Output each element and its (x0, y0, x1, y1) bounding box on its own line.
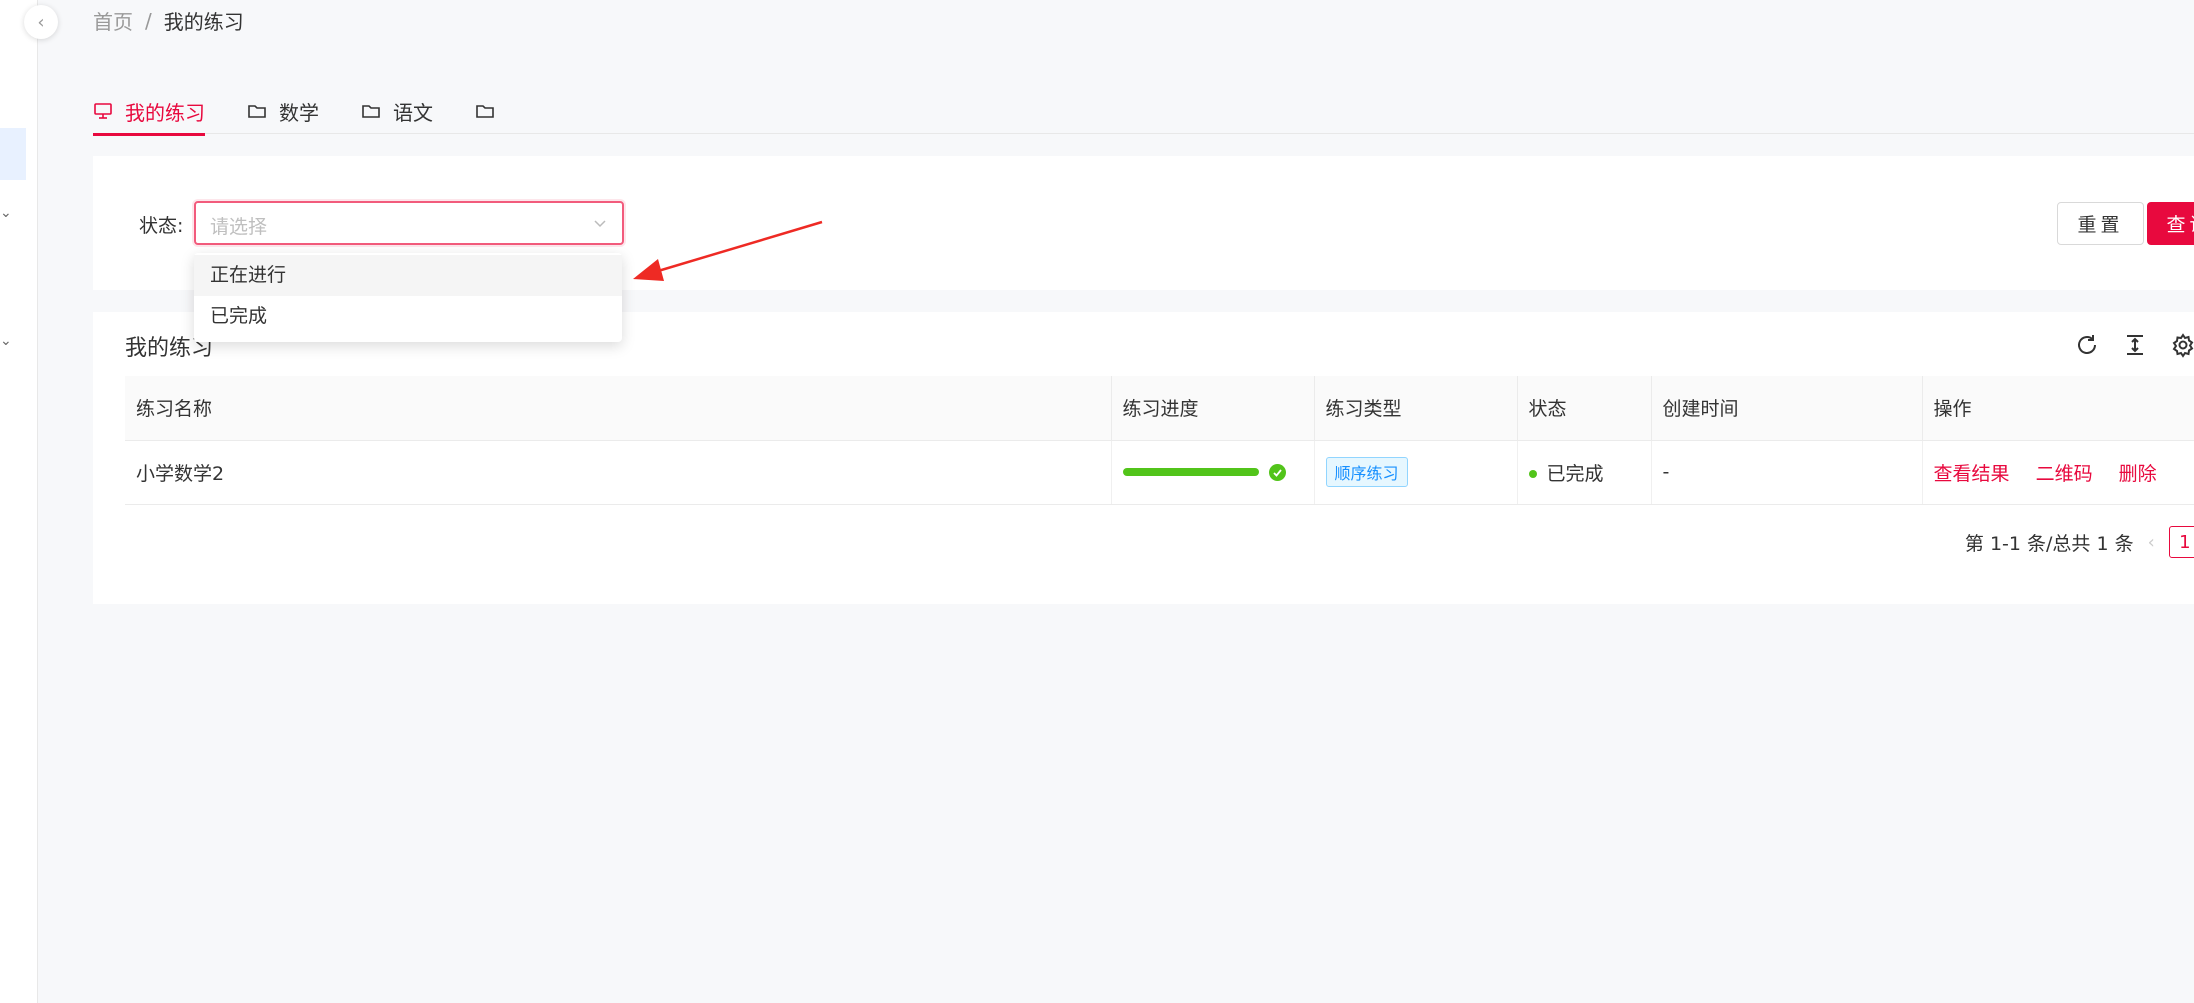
chevron-left-icon: ‹ (37, 11, 45, 33)
reset-button[interactable]: 重置 (2057, 202, 2144, 245)
progress-bar (1122, 468, 1259, 476)
table-toolbar (2074, 332, 2194, 358)
practice-table: 练习名称 练习进度 练习类型 状态 创建时间 操作 小学数学2 顺序练习 已完成… (125, 376, 2194, 505)
breadcrumb-home[interactable]: 首页 (93, 6, 133, 35)
column-header-created: 创建时间 (1651, 376, 1923, 441)
column-header-type: 练习类型 (1314, 376, 1518, 441)
column-header-name: 练习名称 (125, 376, 1112, 441)
column-header-actions: 操作 (1922, 376, 2194, 441)
tab-math[interactable]: 数学 (247, 88, 319, 134)
pagination: 第 1-1 条/总共 1 条 ‹ 1 › (1965, 526, 2194, 558)
dropdown-option-in-progress[interactable]: 正在进行 (194, 255, 622, 296)
folder-icon (248, 105, 266, 118)
view-result-link[interactable]: 查看结果 (1934, 463, 2010, 485)
column-header-progress: 练习进度 (1111, 376, 1315, 441)
cell-created: - (1651, 440, 1923, 505)
monitor-icon (94, 103, 112, 119)
cell-status: 已完成 (1517, 440, 1652, 505)
folder-icon (362, 105, 380, 118)
sidebar-collapse-button[interactable]: ‹ (24, 5, 58, 39)
cell-type: 顺序练习 (1314, 440, 1518, 505)
refresh-icon[interactable] (2074, 332, 2100, 358)
status-select-placeholder: 请选择 (210, 216, 268, 238)
tab-label: 我的练习 (125, 100, 205, 125)
status-select[interactable]: 请选择 (194, 201, 624, 245)
chevron-down-icon[interactable]: ⌄ (0, 333, 12, 349)
prev-page-icon[interactable]: ‹ (2148, 532, 2155, 553)
table-header-row: 练习名称 练习进度 练习类型 状态 创建时间 操作 (125, 376, 2194, 441)
tab-bar: 我的练习 数学 语文 (93, 88, 2194, 136)
chevron-down-icon[interactable]: ⌄ (0, 205, 12, 221)
tab-label: 数学 (279, 100, 319, 125)
status-filter-label: 状态: (139, 215, 184, 237)
breadcrumb-current: 我的练习 (163, 10, 244, 34)
column-height-icon[interactable] (2122, 332, 2148, 358)
pagination-summary: 第 1-1 条/总共 1 条 (1964, 532, 2134, 555)
column-header-status: 状态 (1517, 376, 1652, 441)
sidebar: ⌄ ⌄ (0, 0, 38, 1003)
tab-chinese[interactable]: 语文 (361, 88, 433, 134)
check-circle-icon (1268, 463, 1286, 481)
query-button[interactable]: 查询 (2147, 202, 2194, 245)
delete-link[interactable]: 删除 (2119, 463, 2157, 485)
qrcode-link[interactable]: 二维码 (2036, 463, 2093, 485)
dropdown-option-completed[interactable]: 已完成 (194, 296, 622, 337)
breadcrumb: 首页 / 我的练习 (93, 6, 244, 35)
tab-my-practice[interactable]: 我的练习 (93, 88, 205, 136)
cell-actions: 查看结果 二维码 删除 (1922, 440, 2194, 505)
breadcrumb-separator: / (145, 8, 152, 33)
cell-name: 小学数学2 (125, 440, 1112, 505)
gear-icon[interactable] (2170, 332, 2194, 358)
cell-progress (1111, 440, 1315, 505)
tab-untitled[interactable] (475, 88, 507, 134)
annotation-arrow-icon (633, 220, 823, 281)
type-tag: 顺序练习 (1325, 457, 1408, 487)
page-number[interactable]: 1 (2168, 526, 2194, 558)
status-text: 已完成 (1546, 462, 1604, 485)
status-dot (1528, 470, 1537, 478)
table-row: 小学数学2 顺序练习 已完成 - 查看结果 二维码 删除 (125, 440, 2194, 505)
tab-label: 语文 (393, 100, 433, 125)
sidebar-active-item[interactable] (0, 128, 26, 180)
status-dropdown: 正在进行 已完成 (194, 253, 622, 342)
table-card: 我的练习 练习名称 练习进度 练习类型 状态 创建时间 操作 小学数学2 顺序练… (93, 312, 2194, 604)
chevron-down-icon (594, 220, 606, 228)
folder-icon (476, 105, 494, 118)
